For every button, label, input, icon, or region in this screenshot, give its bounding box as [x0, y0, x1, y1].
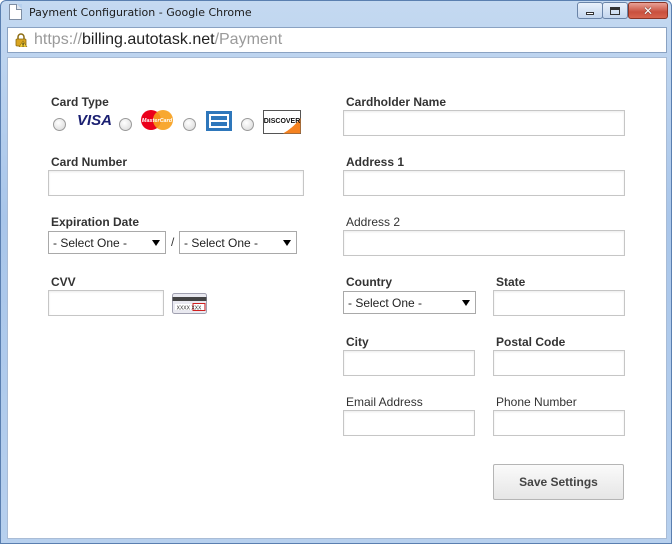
postal-code-label: Postal Code — [496, 335, 566, 349]
cvv-label: CVV — [51, 275, 76, 289]
radio-amex[interactable] — [183, 118, 196, 131]
email-address-label: Email Address — [346, 395, 423, 409]
maximize-icon — [610, 6, 620, 15]
expiration-separator: / — [171, 235, 175, 249]
email-address-input[interactable] — [343, 410, 475, 436]
browser-window: Payment Configuration - Google Chrome ✕ … — [0, 0, 672, 544]
address1-input[interactable] — [343, 170, 625, 196]
country-label: Country — [346, 275, 392, 289]
url-host: billing.autotask.net — [82, 31, 215, 48]
cardholder-name-label: Cardholder Name — [346, 95, 447, 109]
phone-number-input[interactable] — [493, 410, 625, 436]
card-type-label: Card Type — [51, 95, 109, 109]
country-value: - Select One - — [348, 296, 423, 310]
save-settings-button[interactable]: Save Settings — [493, 464, 624, 500]
chevron-down-icon — [152, 240, 160, 246]
card-number-input[interactable] — [48, 170, 304, 196]
discover-logo-text: DISCOVER — [264, 118, 301, 125]
cvv-card-text: XXXX XXX — [177, 305, 202, 311]
window-title: Payment Configuration - Google Chrome — [29, 6, 252, 19]
lock-warning-icon — [15, 33, 28, 47]
close-icon: ✕ — [642, 3, 654, 18]
discover-logo-icon: DISCOVER — [263, 110, 301, 134]
chevron-down-icon — [462, 300, 470, 306]
cvv-card-icon: XXXX XXX — [172, 293, 207, 314]
url-text[interactable]: https://billing.autotask.net/Payment — [34, 31, 282, 49]
mastercard-logo-icon: MasterCard — [141, 110, 173, 130]
city-input[interactable] — [343, 350, 475, 376]
expiration-year-select[interactable]: - Select One - — [179, 231, 297, 254]
amex-logo-icon — [206, 111, 232, 131]
visa-logo-text: VISA — [77, 112, 112, 128]
radio-mastercard[interactable] — [119, 118, 132, 131]
address-bar[interactable]: https://billing.autotask.net/Payment — [7, 27, 667, 53]
address2-input[interactable] — [343, 230, 625, 256]
mastercard-logo-text: MasterCard — [142, 118, 173, 124]
cardholder-name-input[interactable] — [343, 110, 625, 136]
radio-discover[interactable] — [241, 118, 254, 131]
city-label: City — [346, 335, 369, 349]
minimize-button[interactable] — [577, 2, 603, 19]
cvv-input[interactable] — [48, 290, 164, 316]
expiration-year-value: - Select One - — [184, 236, 259, 250]
url-scheme: https:// — [34, 31, 83, 48]
maximize-button[interactable] — [602, 2, 628, 19]
chevron-down-icon — [283, 240, 291, 246]
title-bar[interactable]: Payment Configuration - Google Chrome ✕ — [1, 1, 671, 25]
expiration-month-value: - Select One - — [53, 236, 128, 250]
expiration-month-select[interactable]: - Select One - — [48, 231, 166, 254]
address1-label: Address 1 — [346, 155, 405, 169]
minimize-icon — [586, 12, 594, 15]
card-number-label: Card Number — [51, 155, 128, 169]
country-select[interactable]: - Select One - — [343, 291, 476, 314]
radio-visa[interactable] — [53, 118, 66, 131]
postal-code-input[interactable] — [493, 350, 625, 376]
expiration-date-label: Expiration Date — [51, 215, 140, 229]
state-label: State — [496, 275, 526, 289]
state-input[interactable] — [493, 290, 625, 316]
phone-number-label: Phone Number — [496, 395, 577, 409]
visa-logo-icon: VISA — [77, 112, 112, 128]
close-button[interactable]: ✕ — [628, 2, 668, 19]
url-path: /Payment — [214, 31, 283, 48]
address2-label: Address 2 — [346, 215, 401, 229]
payment-form: Card Type VISA MasterCard DISCOVER Card … — [7, 57, 667, 539]
page-icon — [9, 4, 22, 20]
